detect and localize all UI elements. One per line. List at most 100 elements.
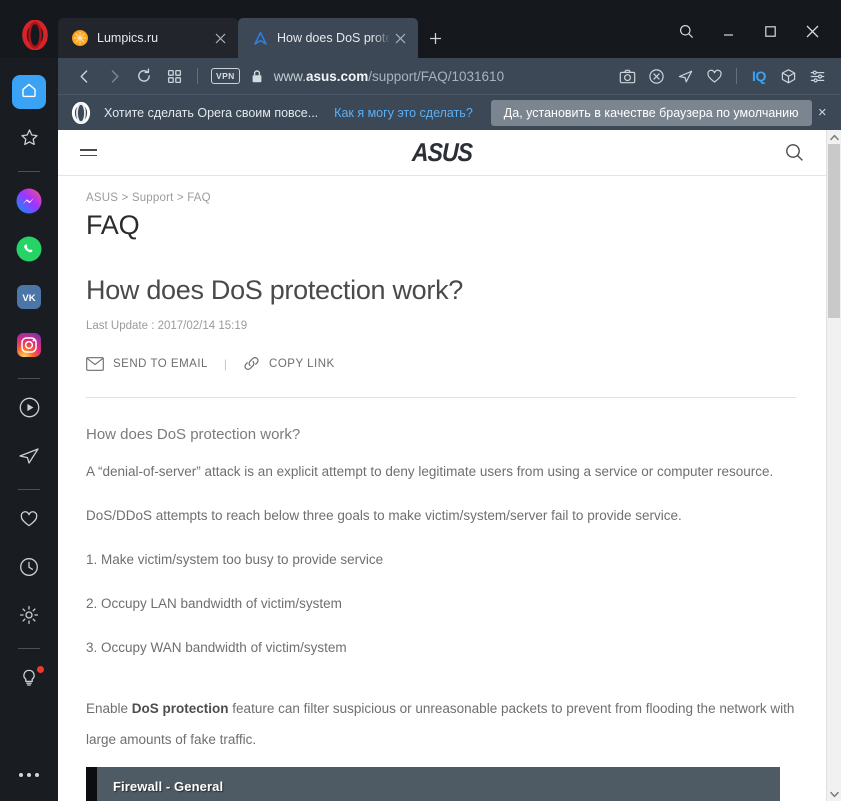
asus-site-header: ASUS <box>58 130 826 176</box>
sidebar-item-tips[interactable] <box>12 663 46 697</box>
scrollbar-thumb[interactable] <box>828 144 840 318</box>
tab-strip: Lumpics.ru How does DoS protection w <box>58 0 452 58</box>
page-viewport: ASUS ASUS > Support > FAQ FAQ How does D… <box>58 130 841 801</box>
envelope-icon <box>86 357 104 371</box>
close-icon[interactable] <box>210 28 230 48</box>
close-button[interactable] <box>793 16 831 46</box>
sidebar-item-bookmarks[interactable] <box>12 123 46 157</box>
chevron-down-icon[interactable] <box>827 787 841 801</box>
back-arrow-icon[interactable] <box>70 62 98 90</box>
sidebar-item-instagram[interactable] <box>12 330 46 364</box>
copy-link-button[interactable]: COPY LINK <box>243 356 335 371</box>
opera-logo-icon <box>70 102 92 124</box>
enable-prefix: Enable <box>86 701 132 716</box>
list-item: 2. Occupy LAN bandwidth of victim/system <box>86 588 796 619</box>
url-input[interactable]: www.asus.com/support/FAQ/1031610 <box>272 69 611 84</box>
snapshot-icon[interactable] <box>613 62 641 90</box>
padlock-icon[interactable] <box>250 69 264 84</box>
article-title: How does DoS protection work? <box>86 275 796 306</box>
tab-title: Lumpics.ru <box>97 31 210 45</box>
vpn-badge[interactable]: VPN <box>211 68 240 84</box>
paper-plane-icon <box>18 445 40 472</box>
page-scroll-area: ASUS ASUS > Support > FAQ FAQ How does D… <box>58 130 826 801</box>
horizontal-rule <box>86 397 796 398</box>
breadcrumb[interactable]: ASUS > Support > FAQ <box>86 192 796 204</box>
toolbar-right-icons: IQ <box>613 62 831 90</box>
enable-paragraph: Enable DoS protection feature can filter… <box>86 693 796 755</box>
default-browser-notification-bar: Хотите сделать Opera своим повсе... Как … <box>58 94 841 130</box>
window-controls <box>667 16 831 46</box>
notification-message: Хотите сделать Opera своим повсе... <box>104 106 318 120</box>
send-to-email-button[interactable]: SEND TO EMAIL <box>86 357 208 371</box>
hamburger-icon[interactable] <box>80 149 97 156</box>
opera-sidebar: VK <box>0 58 58 801</box>
send-icon[interactable] <box>671 62 699 90</box>
orange-circle-icon <box>72 30 88 46</box>
sidebar-divider <box>18 378 40 379</box>
heart-icon <box>19 509 39 534</box>
list-item: 1. Make victim/system too busy to provid… <box>86 544 796 575</box>
address-toolbar: VPN www.asus.com/support/FAQ/1031610 <box>58 58 841 94</box>
sidebar-item-vkontakte[interactable]: VK <box>12 282 46 316</box>
whatsapp-icon <box>16 236 42 267</box>
toolbar-divider <box>197 68 198 84</box>
sidebar-item-speed-dial[interactable] <box>12 75 46 109</box>
browser-content-pane: VPN www.asus.com/support/FAQ/1031610 <box>58 58 841 801</box>
minimize-button[interactable] <box>709 16 747 46</box>
url-host: asus.com <box>306 69 368 84</box>
sidebar-item-telegram[interactable] <box>12 441 46 475</box>
messenger-icon <box>16 188 42 219</box>
browser-body: VK <box>0 58 841 801</box>
opera-logo-icon[interactable] <box>20 20 50 50</box>
vk-icon: VK <box>17 285 41 314</box>
link-icon <box>243 356 260 371</box>
opera-browser-window: Lumpics.ru How does DoS protection w <box>0 0 841 801</box>
chevron-up-icon[interactable] <box>827 130 841 144</box>
close-icon[interactable]: × <box>812 100 833 126</box>
reload-icon[interactable] <box>130 62 158 90</box>
article-actions: SEND TO EMAIL | COPY LINK <box>86 356 796 371</box>
sidebar-item-favorites[interactable] <box>12 504 46 538</box>
maximize-button[interactable] <box>751 16 789 46</box>
title-bar: Lumpics.ru How does DoS protection w <box>0 0 841 58</box>
enable-bold: DoS protection <box>132 701 229 716</box>
tab-asus-faq[interactable]: How does DoS protection w <box>238 18 418 58</box>
star-icon <box>20 128 39 152</box>
instagram-icon <box>17 333 41 362</box>
last-update-text: Last Update : 2017/02/14 15:19 <box>86 320 796 332</box>
svg-text:VK: VK <box>22 293 35 304</box>
sidebar-divider <box>18 489 40 490</box>
home-icon <box>20 81 38 104</box>
sidebar-item-messenger[interactable] <box>12 186 46 220</box>
page-scrollbar[interactable] <box>826 130 841 801</box>
firewall-screenshot-image: Firewall - General Enable the firewall t… <box>86 767 780 801</box>
sidebar-item-history[interactable] <box>12 552 46 586</box>
notification-badge <box>36 665 45 674</box>
search-icon[interactable] <box>667 16 705 46</box>
tab-title: How does DoS protection w <box>277 31 390 45</box>
crypto-wallet-icon[interactable]: IQ <box>745 62 773 90</box>
cube-icon[interactable] <box>774 62 802 90</box>
list-item: 3. Occupy WAN bandwidth of victim/system <box>86 632 796 663</box>
sidebar-more-button[interactable] <box>12 765 46 785</box>
ad-block-icon[interactable] <box>642 62 670 90</box>
heart-icon[interactable] <box>700 62 728 90</box>
easy-setup-icon[interactable] <box>803 62 831 90</box>
url-path: /support/FAQ/1031610 <box>368 69 504 84</box>
close-icon[interactable] <box>390 28 410 48</box>
tab-grid-icon[interactable] <box>160 62 188 90</box>
paragraph: A “denial-of-server” attack is an explic… <box>86 456 796 487</box>
asus-logo[interactable]: ASUS <box>401 137 482 167</box>
sidebar-item-player[interactable] <box>12 393 46 427</box>
new-tab-button[interactable] <box>418 18 452 58</box>
tab-lumpics[interactable]: Lumpics.ru <box>58 18 238 58</box>
faq-article: ASUS > Support > FAQ FAQ How does DoS pr… <box>58 176 826 801</box>
set-default-browser-button[interactable]: Да, установить в качестве браузера по ум… <box>491 100 812 126</box>
forward-arrow-icon[interactable] <box>100 62 128 90</box>
sidebar-item-whatsapp[interactable] <box>12 234 46 268</box>
sidebar-item-settings[interactable] <box>12 600 46 634</box>
search-icon[interactable] <box>785 143 804 162</box>
paragraph: DoS/DDoS attempts to reach below three g… <box>86 500 796 531</box>
sidebar-divider <box>18 171 40 172</box>
notification-help-link[interactable]: Как я могу это сделать? <box>334 106 473 120</box>
